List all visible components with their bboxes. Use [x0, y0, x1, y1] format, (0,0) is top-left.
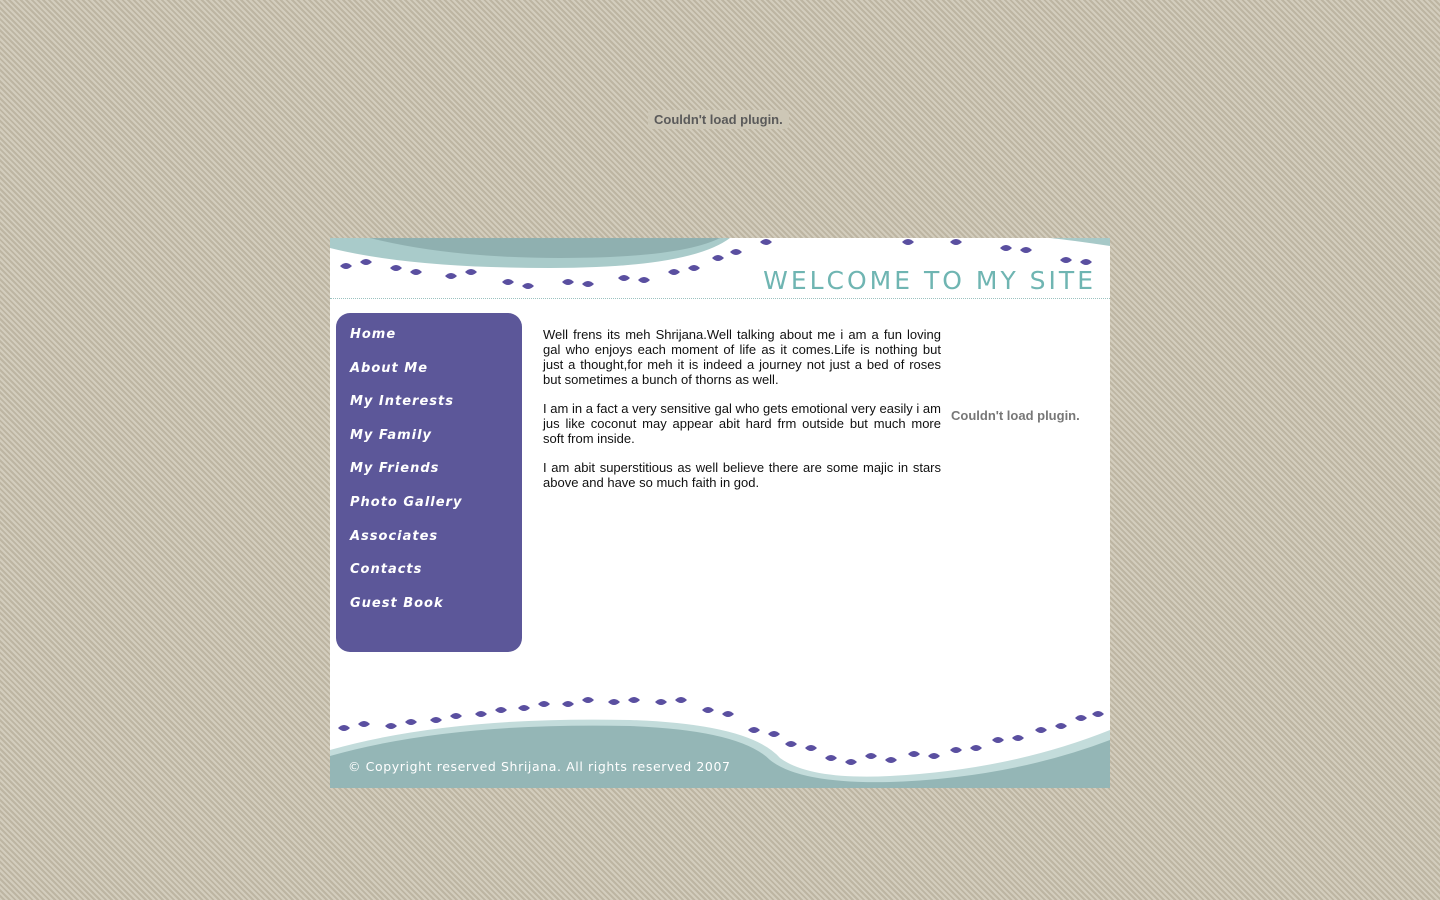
nav-item-associates[interactable]: Associates	[350, 529, 438, 544]
main-content: Well frens its meh Shrijana.Well talking…	[543, 327, 941, 504]
plugin-error-top: Couldn't load plugin.	[648, 110, 789, 129]
header-divider	[330, 298, 1110, 299]
plugin-error-side: Couldn't load plugin.	[951, 408, 1080, 423]
nav-item-home[interactable]: Home	[350, 327, 396, 342]
content-paragraph: I am abit superstitious as well believe …	[543, 460, 941, 490]
nav-item-my-family[interactable]: My Family	[350, 428, 432, 443]
nav-item-guest-book[interactable]: Guest Book	[350, 596, 444, 611]
footer-copyright: © Copyright reserved Shrijana. All right…	[348, 759, 731, 774]
sidebar-nav: Home About Me My Interests My Family My …	[336, 313, 522, 652]
content-paragraph: I am in a fact a very sensitive gal who …	[543, 401, 941, 446]
nav-item-my-interests[interactable]: My Interests	[350, 394, 454, 409]
content-paragraph: Well frens its meh Shrijana.Well talking…	[543, 327, 941, 387]
welcome-title: WELCOME TO MY SITE	[763, 266, 1096, 295]
nav-item-my-friends[interactable]: My Friends	[350, 461, 439, 476]
nav-item-contacts[interactable]: Contacts	[350, 562, 422, 577]
nav-item-about-me[interactable]: About Me	[350, 361, 428, 376]
site-container: WELCOME TO MY SITE Home About Me My Inte…	[330, 238, 1110, 788]
nav-item-photo-gallery[interactable]: Photo Gallery	[350, 495, 462, 510]
